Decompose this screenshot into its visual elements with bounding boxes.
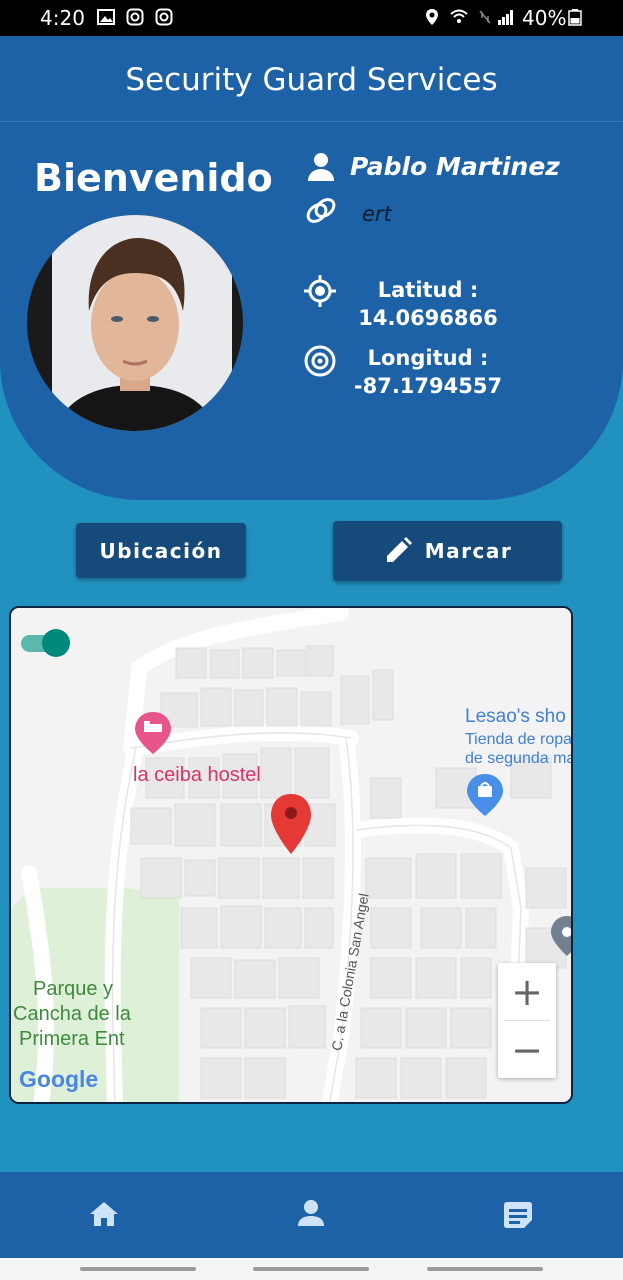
latitude-value: 14.0696866 <box>358 306 498 330</box>
instagram-icon <box>126 8 144 26</box>
profile-panel: Bienvenido Pablo Martinez ert Latitud : … <box>0 122 623 500</box>
longitude-value: -87.1794557 <box>353 374 503 398</box>
hostel-label: la ceiba hostel <box>133 764 261 786</box>
shop-subtitle-1: Tienda de ropa <box>465 731 573 748</box>
zoom-out-button[interactable]: − <box>498 1021 556 1078</box>
park-label-1: Parque y <box>33 978 114 1000</box>
no-data-icon <box>479 10 491 24</box>
latitude-block: Latitud : 14.0696866 <box>318 276 538 332</box>
google-logo: Google <box>19 1066 98 1093</box>
wifi-icon <box>450 9 468 23</box>
system-navigation-bar <box>0 1258 623 1280</box>
zoom-controls: + − <box>498 963 556 1078</box>
image-icon <box>97 9 115 25</box>
park-label-2: Cancha de la <box>13 1003 131 1025</box>
welcome-heading: Bienvenido <box>34 156 273 200</box>
map-toggle-switch[interactable] <box>19 628 73 658</box>
mark-button-label: Marcar <box>424 539 513 563</box>
home-icon[interactable] <box>86 1196 122 1232</box>
zoom-in-button[interactable]: + <box>498 963 556 1020</box>
shop-subtitle-2: de segunda ma <box>465 750 573 767</box>
rings-icon <box>306 198 336 223</box>
signal-icon <box>498 10 513 25</box>
system-nav-handle[interactable] <box>80 1267 196 1271</box>
bottom-navigation <box>0 1172 623 1258</box>
longitude-label: Longitud : <box>367 346 489 370</box>
system-nav-handle[interactable] <box>253 1267 369 1271</box>
battery-percent: 40% <box>522 6 567 30</box>
shop-name: Lesao's sho <box>465 706 566 727</box>
longitude-block: Longitud : -87.1794557 <box>318 344 538 400</box>
app-title: Security Guard Services <box>125 62 498 98</box>
status-bar: 4:20 40% <box>0 0 623 36</box>
location-icon <box>426 9 438 25</box>
battery-icon <box>568 9 582 26</box>
system-nav-handle[interactable] <box>427 1267 543 1271</box>
app-bar: Security Guard Services <box>0 36 623 122</box>
user-subtitle: ert <box>362 202 392 226</box>
location-button-label: Ubicación <box>99 538 223 563</box>
latitude-label: Latitud : <box>377 278 479 302</box>
instagram-icon <box>155 8 173 26</box>
person-icon <box>308 153 334 181</box>
avatar[interactable] <box>27 215 243 431</box>
pencil-icon <box>386 537 412 562</box>
location-button[interactable]: Ubicación <box>76 523 246 578</box>
person-icon[interactable] <box>293 1196 329 1232</box>
map-view[interactable]: la ceiba hostel Lesao's sho Tienda de ro… <box>9 606 573 1104</box>
google-logo-text: Google <box>19 1066 99 1092</box>
mark-button[interactable]: Marcar <box>333 521 562 581</box>
status-time: 4:20 <box>40 6 85 30</box>
park-label-3: Primera Ent <box>19 1028 125 1050</box>
document-icon[interactable] <box>500 1196 536 1232</box>
user-name: Pablo Martinez <box>350 152 560 181</box>
